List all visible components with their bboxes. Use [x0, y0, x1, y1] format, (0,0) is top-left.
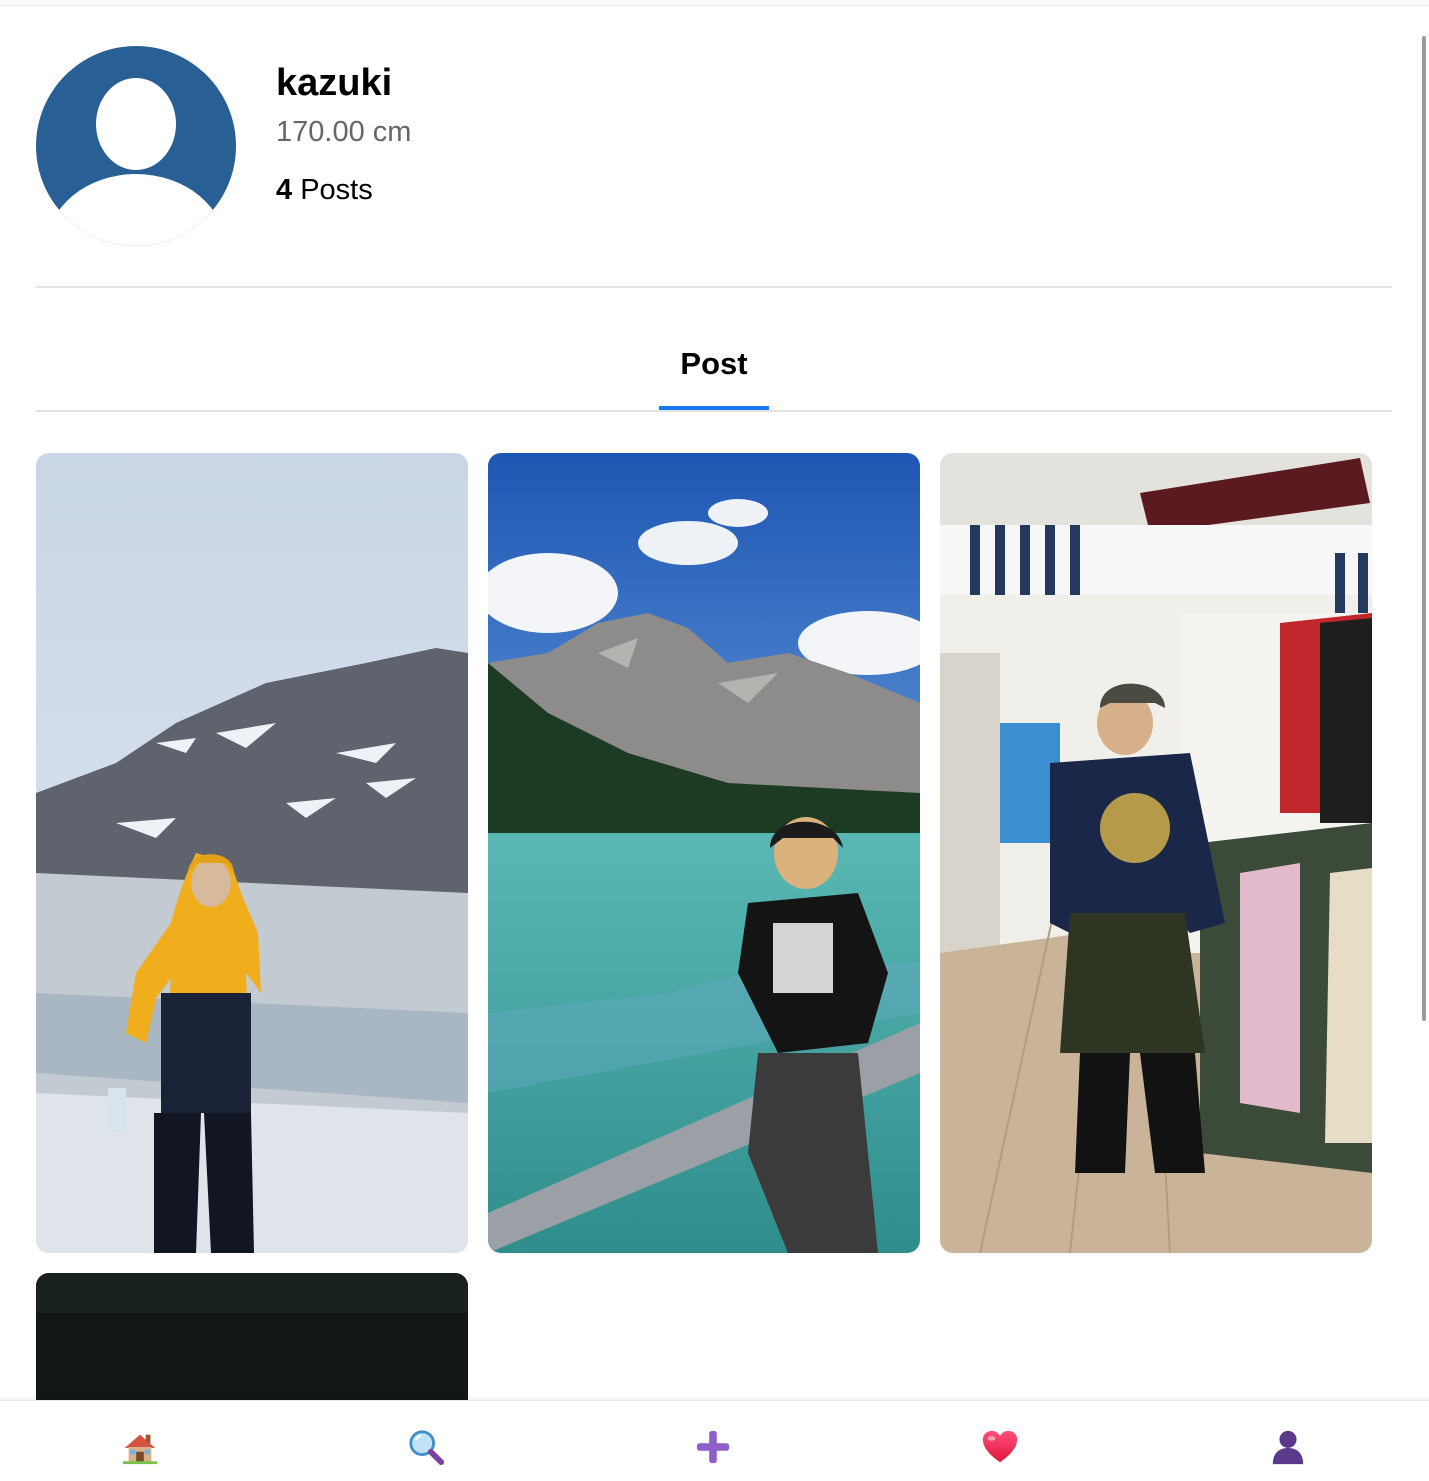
- nav-profile[interactable]: [1266, 1425, 1310, 1469]
- dark-photo: [36, 1273, 468, 1400]
- post-count: 4 Posts: [276, 174, 373, 207]
- scrollbar[interactable]: [1415, 6, 1429, 1400]
- post-count-label: Posts: [300, 174, 373, 206]
- avatar: [36, 46, 236, 246]
- nav-add-post[interactable]: [691, 1425, 735, 1469]
- browser-top-edge: [0, 0, 1429, 6]
- nav-search[interactable]: [404, 1425, 448, 1469]
- search-icon: [409, 1430, 445, 1466]
- nav-home[interactable]: [118, 1425, 162, 1469]
- profile-icon: [1272, 1430, 1304, 1465]
- lake-mountain-photo: [488, 453, 920, 1253]
- tab-post[interactable]: Post: [659, 346, 769, 382]
- header-divider: [36, 286, 1392, 288]
- tabs-divider: [36, 410, 1392, 412]
- post-tile-store[interactable]: [940, 453, 1372, 1253]
- username: kazuki: [276, 62, 393, 104]
- heart-icon: [982, 1430, 1018, 1463]
- post-tile-glacier[interactable]: [36, 453, 468, 1253]
- user-height: 170.00 cm: [276, 116, 412, 148]
- clothing-store-photo: [940, 453, 1372, 1253]
- scrollbar-thumb[interactable]: [1422, 36, 1426, 1021]
- bottom-navigation: [0, 1400, 1429, 1481]
- nav-likes[interactable]: [978, 1425, 1022, 1469]
- home-icon: [122, 1434, 158, 1465]
- post-tile-dark[interactable]: [36, 1273, 468, 1400]
- post-tile-lake[interactable]: [488, 453, 920, 1253]
- glacier-photo: [36, 453, 468, 1253]
- tab-post-active-indicator: [659, 406, 769, 410]
- avatar-head-shape: [96, 78, 176, 170]
- plus-icon: [696, 1430, 730, 1464]
- post-count-number: 4: [276, 174, 293, 206]
- avatar-body-shape: [46, 174, 226, 246]
